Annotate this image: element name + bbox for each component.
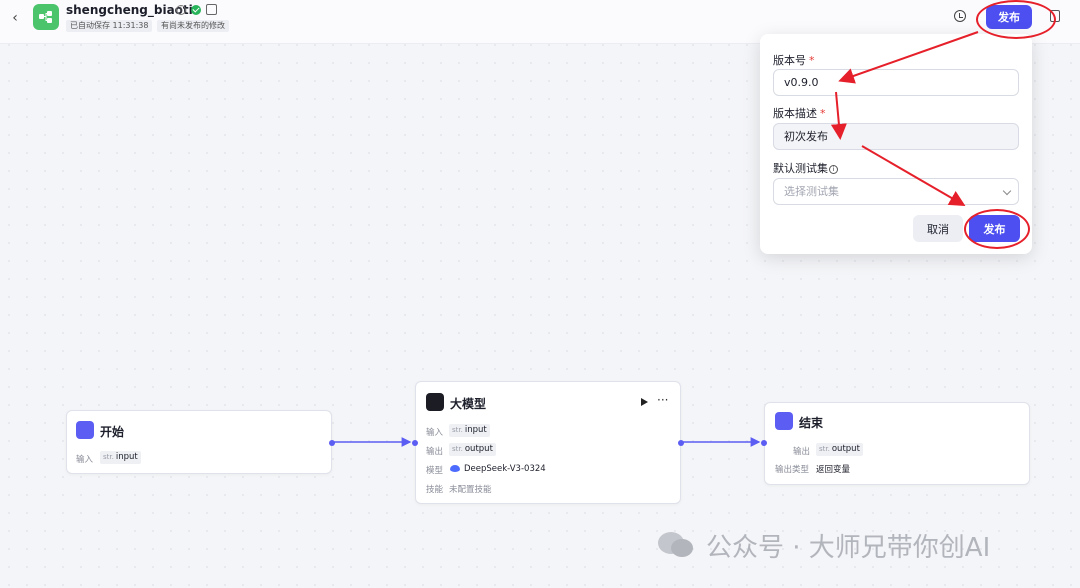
skill-value: 未配置技能 — [449, 485, 492, 495]
output-label: 输出 — [793, 447, 811, 457]
llm-icon — [426, 393, 444, 411]
llm-node[interactable]: 大模型 ··· 输入 str. input 输出 str. output 模型 De… — [412, 381, 684, 504]
model-value: DeepSeek-V3-0324 — [464, 464, 546, 474]
play-icon[interactable] — [641, 398, 648, 406]
input-port[interactable] — [761, 440, 767, 446]
end-node[interactable]: 结束 输出 str. output 输出类型 返回变量 — [761, 402, 1030, 485]
input-variable: str. input — [449, 424, 490, 437]
model-label: 模型 — [426, 466, 444, 476]
end-icon — [775, 412, 793, 430]
skill-label: 技能 — [426, 485, 444, 495]
node-title: 结束 — [799, 416, 824, 430]
node-title: 大模型 — [450, 397, 487, 411]
start-icon — [76, 421, 94, 439]
output-variable: str. output — [449, 443, 496, 456]
deepseek-icon — [450, 465, 460, 472]
input-port[interactable] — [412, 440, 418, 446]
annotation-arrow — [830, 91, 847, 140]
annotation-arrow — [861, 145, 966, 207]
watermark-text: 公众号 · 大师兄带你创AI — [706, 533, 991, 563]
output-type-label: 输出类型 — [775, 465, 810, 475]
output-type-value: 返回变量 — [816, 465, 851, 475]
output-label: 输出 — [426, 447, 444, 457]
output-variable: str. output — [816, 443, 863, 456]
output-port[interactable] — [329, 440, 335, 446]
wechat-icon — [658, 532, 693, 557]
node-title: 开始 — [100, 425, 125, 439]
annotation-arrow — [838, 31, 979, 84]
input-label: 输入 — [426, 428, 444, 438]
output-port[interactable] — [678, 440, 684, 446]
start-node[interactable]: 开始 输入 str. input — [66, 410, 335, 474]
input-variable: str. input — [100, 451, 141, 464]
more-icon[interactable]: ··· — [657, 393, 668, 407]
input-label: 输入 — [76, 455, 94, 465]
